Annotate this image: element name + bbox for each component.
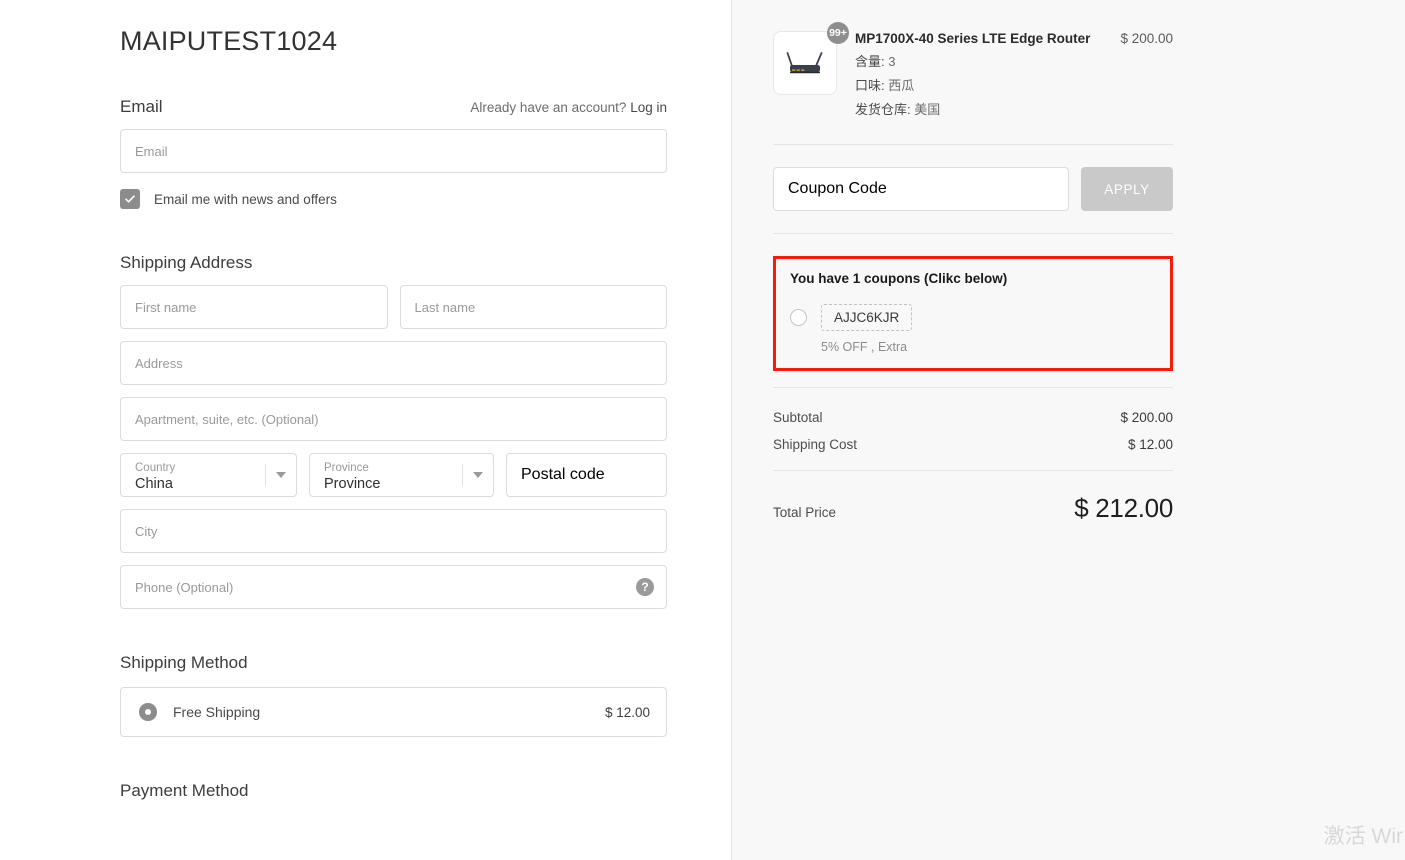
subtotal-label: Subtotal: [773, 410, 823, 425]
divider: [773, 233, 1173, 234]
total-price-label: Total Price: [773, 505, 837, 520]
city-placeholder: City: [135, 523, 158, 539]
last-name-input[interactable]: Last name: [399, 285, 667, 329]
product-attribute-key: 口味:: [855, 78, 885, 93]
radio-selected-icon[interactable]: [139, 703, 157, 721]
product-thumbnail-wrap: 99+: [773, 22, 849, 118]
shipping-option-left: Free Shipping: [139, 703, 260, 721]
address-input[interactable]: Address: [120, 341, 667, 385]
coupon-description: 5% OFF , Extra: [821, 340, 908, 354]
postal-code-placeholder: Postal code: [521, 466, 605, 483]
chevron-down-icon[interactable]: [462, 464, 483, 486]
login-link[interactable]: Log in: [630, 100, 667, 115]
shipping-cost-row: Shipping Cost $ 12.00: [773, 437, 1173, 452]
account-prompt-text: Already have an account?: [470, 100, 627, 115]
last-name-placeholder: Last name: [414, 299, 476, 315]
province-value: Province: [324, 476, 381, 492]
shipping-cost-label: Shipping Cost: [773, 437, 858, 452]
product-attribute-value: 3: [888, 54, 896, 69]
radio-unselected-icon[interactable]: [790, 309, 807, 326]
checkout-page: MAIPUTEST1024 Email Already have an acco…: [0, 0, 1405, 860]
divider: [773, 470, 1173, 471]
address-placeholder: Address: [135, 355, 183, 371]
chevron-down-icon[interactable]: [265, 464, 286, 486]
product-attribute: 含量: 3: [855, 53, 1173, 70]
shop-title: MAIPUTEST1024: [120, 26, 338, 56]
phone-input[interactable]: Phone (Optional) ?: [120, 565, 667, 609]
country-province-postal-row: Country China Province Province Postal c…: [120, 453, 667, 497]
shipping-option-free[interactable]: Free Shipping $ 12.00: [120, 687, 667, 737]
available-coupons-panel: You have 1 coupons (Clikc below) AJJC6KJ…: [773, 256, 1173, 371]
product-title: MP1700X-40 Series LTE Edge Router: [855, 31, 1091, 46]
product-attribute-key: 发货仓库:: [855, 102, 911, 117]
product-price: $ 200.00: [1120, 31, 1173, 46]
shipping-cost-value: $ 12.00: [1127, 437, 1173, 452]
help-icon[interactable]: ?: [636, 578, 654, 596]
country-label: Country: [135, 462, 176, 474]
coupon-code-input[interactable]: Coupon Code: [773, 167, 1069, 211]
total-price-value: $ 212.00: [1074, 493, 1173, 523]
product-attribute: 发货仓库: 美国: [855, 101, 1173, 118]
postal-code-input[interactable]: Postal code: [506, 453, 667, 497]
shipping-address-heading: Shipping Address: [120, 253, 253, 272]
province-select[interactable]: Province Province: [309, 453, 494, 497]
divider: [773, 144, 1173, 145]
coupon-code-placeholder: Coupon Code: [788, 180, 887, 197]
coupon-list-item[interactable]: AJJC6KJR: [790, 304, 1156, 331]
total-price-row: Total Price $ 212.00: [773, 493, 1173, 524]
apartment-placeholder: Apartment, suite, etc. (Optional): [135, 411, 319, 427]
country-value: China: [135, 476, 173, 492]
newsletter-checkbox-row[interactable]: Email me with news and offers: [120, 189, 667, 209]
payment-method-heading: Payment Method: [120, 781, 249, 800]
quantity-badge: 99+: [827, 22, 849, 44]
product-attribute-value: 美国: [914, 102, 941, 117]
coupon-code-chip[interactable]: AJJC6KJR: [821, 304, 913, 331]
apply-coupon-button[interactable]: APPLY: [1081, 167, 1173, 211]
email-input[interactable]: Email: [120, 129, 667, 173]
shipping-option-price: $ 12.00: [604, 704, 650, 720]
product-thumbnail: [773, 31, 837, 95]
shipping-option-label: Free Shipping: [173, 704, 261, 720]
product-attribute: 口味: 西瓜: [855, 77, 1173, 94]
shipping-method-heading: Shipping Method: [120, 653, 248, 672]
available-coupons-heading: You have 1 coupons (Clikc below): [790, 271, 1008, 286]
divider: [773, 387, 1173, 388]
account-prompt: Already have an account? Log in: [470, 100, 667, 115]
first-name-placeholder: First name: [135, 299, 197, 315]
email-heading: Email: [120, 97, 163, 116]
country-select[interactable]: Country China: [120, 453, 297, 497]
product-info: MP1700X-40 Series LTE Edge Router $ 200.…: [855, 22, 1173, 118]
subtotal-value: $ 200.00: [1120, 410, 1173, 425]
totals-block: Subtotal $ 200.00 Shipping Cost $ 12.00 …: [773, 410, 1173, 524]
checkout-form-column: MAIPUTEST1024 Email Already have an acco…: [0, 0, 732, 860]
email-input-placeholder: Email: [135, 143, 168, 159]
product-title-row: MP1700X-40 Series LTE Edge Router $ 200.…: [855, 31, 1173, 46]
first-name-input[interactable]: First name: [120, 285, 388, 329]
checkbox-checked-icon[interactable]: [120, 189, 140, 209]
product-attribute-key: 含量:: [855, 54, 885, 69]
phone-placeholder: Phone (Optional): [135, 579, 234, 595]
province-label: Province: [324, 462, 369, 474]
order-summary-column: 99+ MP1700X-40 Series LTE Edge Router $ …: [732, 0, 1405, 860]
product-attribute-value: 西瓜: [888, 78, 915, 93]
windows-activation-watermark: 激活 Wir: [1323, 825, 1403, 848]
newsletter-label: Email me with news and offers: [154, 191, 337, 207]
email-section-header: Email Already have an account? Log in: [120, 97, 667, 117]
city-input[interactable]: City: [120, 509, 667, 553]
router-icon: [786, 52, 823, 74]
coupon-entry-row: Coupon Code APPLY: [773, 167, 1173, 211]
subtotal-row: Subtotal $ 200.00: [773, 410, 1173, 425]
order-product-row: 99+ MP1700X-40 Series LTE Edge Router $ …: [773, 22, 1173, 118]
apartment-input[interactable]: Apartment, suite, etc. (Optional): [120, 397, 667, 441]
